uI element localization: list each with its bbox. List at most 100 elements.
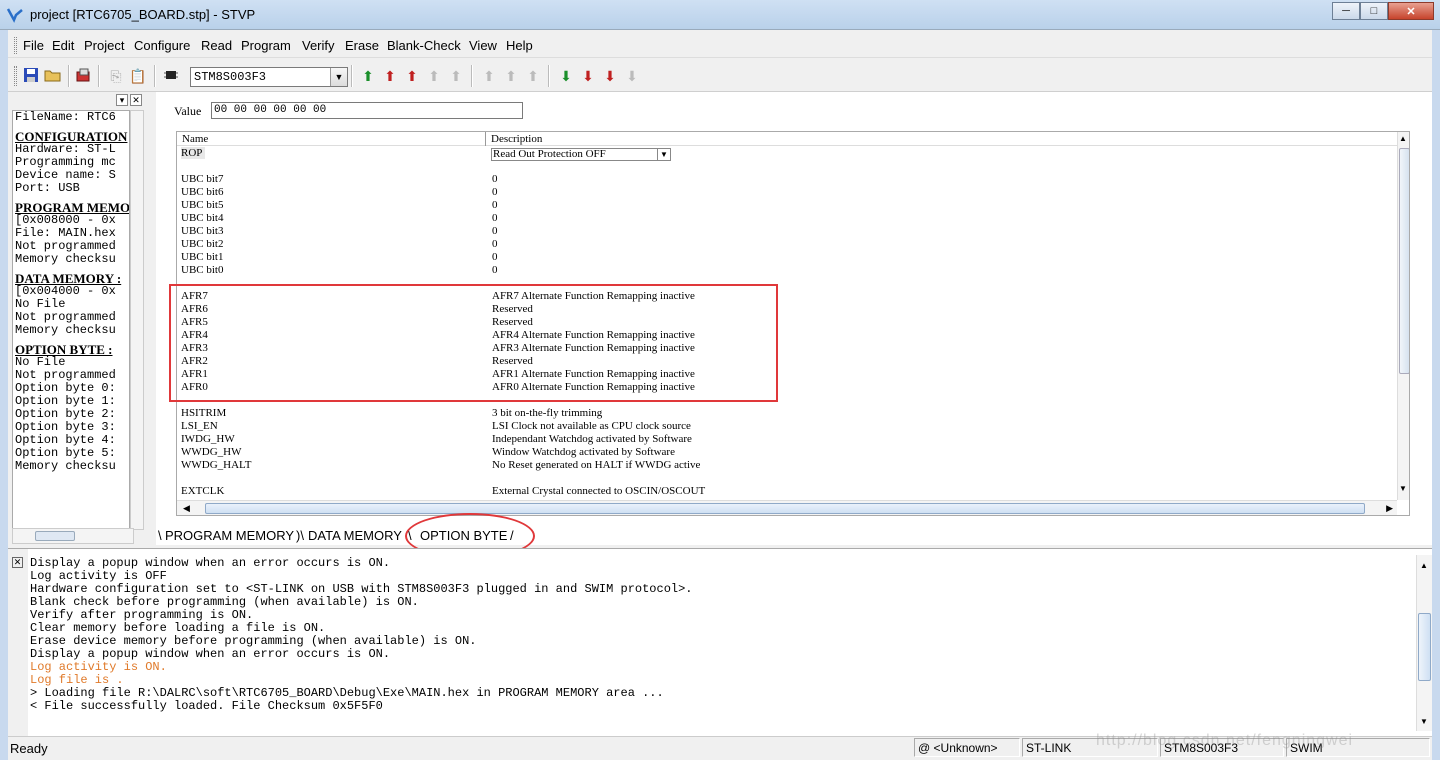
chevron-down-icon[interactable]: ▼ (330, 68, 347, 86)
project-icon[interactable] (74, 67, 94, 85)
output-log-panel: ✕ Display a popup window when an error o… (8, 548, 1432, 737)
close-button[interactable]: ✕ (1388, 2, 1434, 20)
option-name: UBC bit7 (181, 173, 224, 185)
option-row[interactable]: UBC bit4 0 (177, 212, 1397, 225)
panel-close-icon[interactable]: ✕ (130, 94, 142, 106)
rop-select[interactable]: Read Out Protection OFF ▼ (491, 148, 671, 161)
option-name: LSI_EN (181, 420, 218, 432)
read-tab-icon[interactable]: ⬆ (402, 67, 422, 85)
device-select[interactable]: STM8S003F3 ▼ (190, 67, 348, 87)
menu-erase[interactable]: Erase (345, 38, 379, 53)
option-name: UBC bit3 (181, 225, 224, 237)
output-log-text: Display a popup window when an error occ… (30, 557, 693, 713)
menu-program[interactable]: Program (241, 38, 291, 53)
window-frame-right (1432, 30, 1440, 760)
maximize-button[interactable]: □ (1360, 2, 1388, 20)
copy-icon[interactable]: ⎘ (106, 67, 126, 85)
close-icon[interactable]: ✕ (12, 557, 23, 568)
chevron-down-icon[interactable]: ▼ (657, 149, 670, 160)
program-disabled-icon[interactable]: ⬇ (622, 67, 642, 85)
option-description: LSI Clock not available as CPU clock sou… (492, 420, 691, 432)
option-row[interactable]: WWDG_HALT No Reset generated on HALT if W… (177, 459, 1397, 472)
tab-program-memory-prefix: \ (158, 528, 162, 543)
menu-bar: File Edit Project Configure Read Program… (8, 33, 1432, 58)
menu-file[interactable]: File (23, 38, 44, 53)
window-title: project [RTC6705_BOARD.stp] - STVP (30, 7, 256, 22)
memory-tabs: \ PROGRAM MEMORY )\ DATA MEMORY \ OPTION… (156, 525, 1432, 547)
option-row[interactable]: IWDG_HW Independant Watchdog activated by… (177, 433, 1397, 446)
option-row[interactable]: EXTCLK External Crystal connected to OSCI… (177, 485, 1397, 498)
option-row[interactable]: UBC bit1 0 (177, 251, 1397, 264)
menu-grip[interactable] (14, 37, 17, 54)
column-header-description[interactable]: Description (491, 133, 542, 145)
option-row[interactable]: WWDG_HW Window Watchdog activated by Soft… (177, 446, 1397, 459)
option-name: UBC bit6 (181, 186, 224, 198)
value-field[interactable]: 00 00 00 00 00 00 (211, 102, 523, 119)
status-location: @ <Unknown> (914, 738, 1020, 757)
grid-horizontal-scroll-thumb[interactable] (205, 503, 1365, 514)
option-description: 0 (492, 173, 498, 185)
status-ready: Ready (10, 741, 48, 756)
option-description: 0 (492, 238, 498, 250)
rop-row[interactable]: ROP Read Out Protection OFF ▼ (177, 147, 1397, 161)
option-row[interactable]: UBC bit7 0 (177, 173, 1397, 186)
option-name: UBC bit1 (181, 251, 224, 263)
device-select-value: STM8S003F3 (194, 70, 267, 84)
read-disabled-icon-2[interactable]: ⬆ (446, 67, 466, 85)
tab-program-memory[interactable]: PROGRAM MEMORY (165, 528, 294, 543)
option-row[interactable]: UBC bit6 0 (177, 186, 1397, 199)
menu-edit[interactable]: Edit (52, 38, 74, 53)
option-description: 3 bit on-the-fly trimming (492, 407, 603, 419)
menu-verify[interactable]: Verify (302, 38, 335, 53)
panel-dropdown-icon[interactable]: ▾ (116, 94, 128, 106)
program-all-icon[interactable]: ⬇ (556, 67, 576, 85)
menu-help[interactable]: Help (506, 38, 533, 53)
option-row[interactable]: UBC bit5 0 (177, 199, 1397, 212)
title-bar: project [RTC6705_BOARD.stp] - STVP ─ □ ✕ (0, 0, 1440, 30)
output-vertical-scrollbar[interactable]: ▲ ▼ (1416, 555, 1432, 731)
read-current-icon[interactable]: ⬆ (380, 67, 400, 85)
rop-select-value: Read Out Protection OFF (493, 148, 606, 160)
option-row[interactable]: LSI_EN LSI Clock not available as CPU clo… (177, 420, 1397, 433)
menu-blank-check[interactable]: Blank-Check (387, 38, 461, 53)
option-name: IWDG_HW (181, 433, 235, 445)
option-row (177, 472, 1397, 485)
program-tab-icon[interactable]: ⬇ (600, 67, 620, 85)
option-row[interactable]: UBC bit2 0 (177, 238, 1397, 251)
option-description: No Reset generated on HALT if WWDG activ… (492, 459, 701, 471)
paste-icon[interactable]: 📋 (128, 67, 148, 85)
window-frame-left (0, 30, 8, 760)
stvp-app-icon (6, 8, 23, 23)
read-all-icon[interactable]: ⬆ (358, 67, 378, 85)
grid-horizontal-scrollbar[interactable]: ◀ ▶ (177, 500, 1397, 515)
menu-read[interactable]: Read (201, 38, 232, 53)
column-header-name[interactable]: Name (182, 133, 208, 145)
info-panel-horizontal-scrollbar[interactable] (12, 528, 134, 544)
menu-configure[interactable]: Configure (134, 38, 190, 53)
menu-view[interactable]: View (469, 38, 497, 53)
open-folder-icon[interactable] (43, 67, 63, 85)
option-row[interactable]: UBC bit3 0 (177, 225, 1397, 238)
read-disabled-icon-1[interactable]: ⬆ (424, 67, 444, 85)
verify-disabled-icon-2[interactable]: ⬆ (501, 67, 521, 85)
output-scroll-thumb[interactable] (1418, 613, 1431, 681)
grid-vertical-scrollbar[interactable]: ▲ ▼ (1397, 132, 1409, 500)
info-panel: ▾ ✕ FileName: RTC6 CONFIGURATION Hardware:… (8, 92, 148, 545)
output-side-bar: ✕ (8, 549, 28, 737)
tab-data-memory[interactable]: DATA MEMORY (308, 528, 402, 543)
option-name: UBC bit0 (181, 264, 224, 276)
verify-disabled-icon-1[interactable]: ⬆ (479, 67, 499, 85)
info-panel-vertical-scrollbar[interactable] (130, 110, 144, 530)
menu-project[interactable]: Project (84, 38, 124, 53)
save-icon[interactable] (21, 67, 41, 85)
log-line: < File successfully loaded. File Checksu… (30, 699, 383, 713)
toolbar-grip[interactable] (14, 66, 17, 86)
option-description: 0 (492, 264, 498, 276)
program-current-icon[interactable]: ⬇ (578, 67, 598, 85)
afr-highlight-box (169, 284, 778, 402)
option-row[interactable]: HSITRIM 3 bit on-the-fly trimming (177, 407, 1397, 420)
option-row[interactable]: UBC bit0 0 (177, 264, 1397, 277)
chip-icon (161, 67, 181, 85)
verify-disabled-icon-3[interactable]: ⬆ (523, 67, 543, 85)
minimize-button[interactable]: ─ (1332, 2, 1360, 20)
